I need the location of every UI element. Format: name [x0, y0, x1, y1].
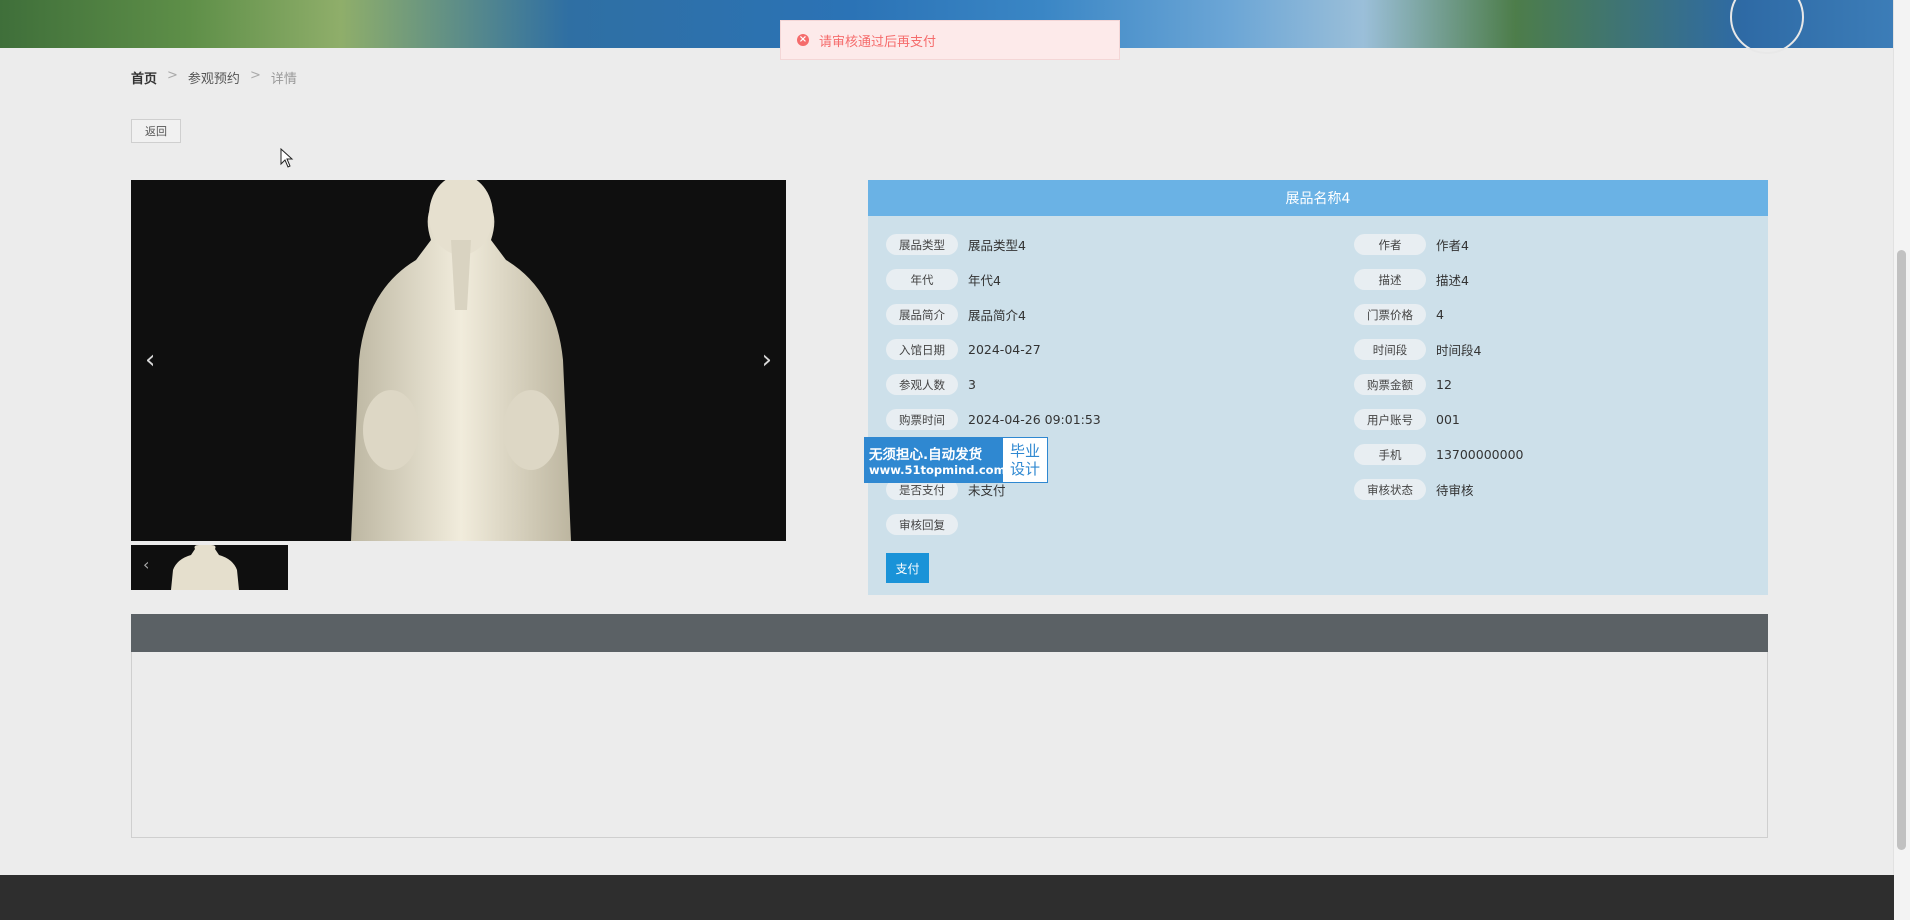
field-value: 2024-04-26 09:01:53 — [968, 412, 1101, 427]
image-carousel[interactable]: ‹ › — [131, 180, 786, 541]
breadcrumb-section[interactable]: 参观预约 — [188, 68, 240, 87]
breadcrumb-current: 详情 — [270, 72, 297, 87]
field-value: 展品简介4 — [968, 308, 1026, 323]
watermark-line1: 无须担心.自动发货 — [869, 447, 983, 463]
chevron-left-icon[interactable]: ‹ — [143, 555, 149, 574]
field-value: 年代4 — [968, 273, 1001, 288]
page-footer — [0, 875, 1894, 920]
watermark-line2: www.51topmind.com — [869, 463, 1006, 477]
content-section-header — [131, 614, 1768, 652]
field-label: 审核状态 — [1354, 479, 1426, 500]
field-label: 门票价格 — [1354, 304, 1426, 325]
statue-thumbnail-image — [171, 545, 239, 590]
field-review-reply: 审核回复 — [886, 514, 968, 535]
panel-title: 展品名称4 — [868, 180, 1768, 216]
field-label: 展品类型 — [886, 234, 958, 255]
field-amount: 购票金额 12 — [1354, 374, 1452, 395]
field-era: 年代 年代4 — [886, 269, 1001, 290]
breadcrumb: 首页 > 参观预约 > 详情 — [131, 68, 297, 87]
watermark-tag-line2: 设计 — [1009, 460, 1040, 478]
detail-panel: 展品名称4 展品类型 展品类型4 年代 年代4 展品简介 展品简介4 入馆日期 … — [868, 180, 1768, 595]
field-value: 时间段4 — [1436, 343, 1482, 358]
statue-image — [351, 180, 571, 541]
field-review-status: 审核状态 待审核 — [1354, 479, 1474, 500]
scrollbar-thumb[interactable] — [1897, 250, 1906, 850]
field-visitors: 参观人数 3 — [886, 374, 976, 395]
field-purchase-time: 购票时间 2024-04-26 09:01:53 — [886, 409, 1101, 430]
field-intro: 展品简介 展品简介4 — [886, 304, 1026, 325]
field-value: 3 — [968, 377, 976, 392]
field-author: 作者 作者4 — [1354, 234, 1469, 255]
field-label: 描述 — [1354, 269, 1426, 290]
field-label: 时间段 — [1354, 339, 1426, 360]
field-entry-date: 入馆日期 2024-04-27 — [886, 339, 1041, 360]
field-time-slot: 时间段 时间段4 — [1354, 339, 1481, 360]
back-button[interactable]: 返回 — [131, 119, 181, 143]
watermark-badge: 无须担心.自动发货 www.51topmind.com 毕业 设计 — [864, 437, 1048, 483]
field-label: 手机 — [1354, 444, 1426, 465]
watermark-tag: 毕业 设计 — [1003, 438, 1047, 482]
field-value: 12 — [1436, 377, 1452, 392]
watermark-text: 无须担心.自动发货 www.51topmind.com — [865, 438, 1006, 482]
toast-message: 请审核通过后再支付 — [819, 34, 937, 50]
chevron-right-icon[interactable]: › — [762, 345, 772, 375]
field-value: 展品类型4 — [968, 238, 1026, 253]
carousel-thumbnail[interactable]: ‹ — [131, 545, 288, 590]
watermark-tag-line1: 毕业 — [1009, 442, 1040, 460]
breadcrumb-separator: > — [167, 68, 178, 83]
field-label: 年代 — [886, 269, 958, 290]
field-user-account: 用户账号 001 — [1354, 409, 1460, 430]
field-value: 2024-04-27 — [968, 342, 1041, 357]
field-exhibit-type: 展品类型 展品类型4 — [886, 234, 1026, 255]
breadcrumb-separator: > — [249, 68, 261, 83]
field-label: 审核回复 — [886, 514, 958, 535]
field-value: 001 — [1436, 412, 1460, 427]
content-section-body — [131, 652, 1768, 838]
field-label: 展品简介 — [886, 304, 958, 325]
page-scrollbar[interactable] — [1893, 0, 1910, 920]
error-circle-icon: × — [797, 34, 809, 46]
field-value: 4 — [1436, 307, 1444, 322]
field-label: 购票金额 — [1354, 374, 1426, 395]
field-value: 待审核 — [1436, 483, 1474, 498]
chevron-left-icon[interactable]: ‹ — [145, 345, 155, 375]
pay-button[interactable]: 支付 — [886, 553, 929, 583]
ferris-wheel-decoration — [1730, 0, 1804, 54]
field-ticket-price: 门票价格 4 — [1354, 304, 1444, 325]
field-description: 描述 描述4 — [1354, 269, 1469, 290]
field-label: 作者 — [1354, 234, 1426, 255]
error-toast: × 请审核通过后再支付 — [780, 20, 1120, 60]
field-value: 13700000000 — [1436, 447, 1524, 462]
field-value: 描述4 — [1436, 273, 1469, 288]
field-label: 入馆日期 — [886, 339, 958, 360]
field-value: 作者4 — [1436, 238, 1469, 253]
mouse-cursor-icon — [280, 148, 294, 168]
field-label: 购票时间 — [886, 409, 958, 430]
field-label: 参观人数 — [886, 374, 958, 395]
field-phone: 手机 13700000000 — [1354, 444, 1523, 465]
breadcrumb-home[interactable]: 首页 — [131, 68, 157, 87]
field-label: 用户账号 — [1354, 409, 1426, 430]
